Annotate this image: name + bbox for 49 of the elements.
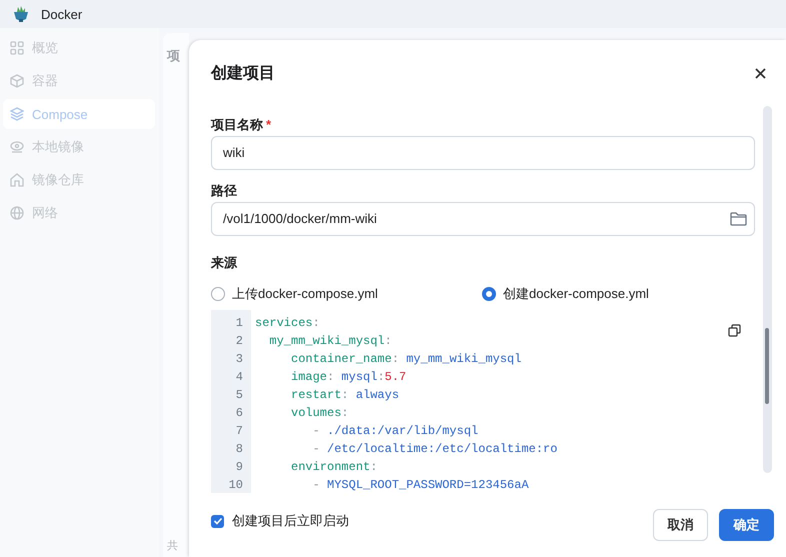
field-label: 路径 xyxy=(211,182,238,200)
radio-option[interactable]: 上传docker-compose.yml xyxy=(211,284,482,303)
line-number: 6 xyxy=(236,404,243,422)
disc-icon xyxy=(10,140,24,154)
line-number: 7 xyxy=(236,422,243,440)
line-number: 9 xyxy=(236,458,243,476)
page-heading: 项 xyxy=(167,47,181,65)
code-line: my_mm_wiki_mysql: xyxy=(268,332,393,350)
checkbox[interactable] xyxy=(211,514,224,528)
field-label: 项目名称 xyxy=(211,116,263,134)
dialog-title: 创建项目 xyxy=(211,64,275,84)
field-label: 来源 xyxy=(211,254,238,272)
cancel-button[interactable]: 取消 xyxy=(653,509,708,541)
line-number: 8 xyxy=(236,440,243,458)
grid-icon xyxy=(10,41,24,55)
cube-icon xyxy=(10,74,24,88)
required-mark: * xyxy=(266,117,272,132)
confirm-button[interactable]: 确定 xyxy=(719,509,774,541)
code-line: services: xyxy=(255,314,321,332)
line-number: 1 xyxy=(236,314,243,332)
code-line: container_name: my_mm_wiki_mysql xyxy=(290,350,522,368)
line-number: 4 xyxy=(236,368,243,386)
footer-text: 共 xyxy=(167,539,179,553)
name-input-field[interactable]: wiki xyxy=(211,136,755,170)
autostart-checkbox-row[interactable]: 创建项目后立即启动 xyxy=(211,512,349,530)
copy-icon[interactable] xyxy=(728,324,741,337)
code-line: restart: always xyxy=(290,386,400,404)
house-icon xyxy=(10,173,24,187)
radio-button[interactable] xyxy=(482,286,496,301)
radio-option[interactable]: 创建docker-compose.yml xyxy=(482,284,753,303)
code-line: - MYSQL_ROOT_PASSWORD=123456aA xyxy=(312,476,530,493)
close-icon[interactable] xyxy=(755,68,766,78)
globe-icon xyxy=(10,206,24,220)
code-line: - /etc/localtime:/etc/localtime:ro xyxy=(312,440,558,458)
app-logo-icon xyxy=(11,4,31,24)
code-line: environment: xyxy=(290,458,378,476)
line-number: 5 xyxy=(236,386,243,404)
folder-icon[interactable] xyxy=(730,212,747,226)
scrollbar[interactable] xyxy=(763,106,772,473)
code-line: - ./data:/var/lib/mysql xyxy=(312,422,480,440)
path-input-field[interactable]: /vol1/1000/docker/mm-wiki xyxy=(211,202,755,236)
code-line: volumes: xyxy=(290,404,350,422)
code-line: image: mysql:5.7 xyxy=(290,368,408,386)
line-number: 2 xyxy=(236,332,243,350)
layers-icon xyxy=(10,107,24,121)
app-title: Docker xyxy=(41,6,82,22)
radio-button[interactable] xyxy=(211,286,225,301)
line-number: 10 xyxy=(228,476,243,493)
line-number: 3 xyxy=(236,350,243,368)
